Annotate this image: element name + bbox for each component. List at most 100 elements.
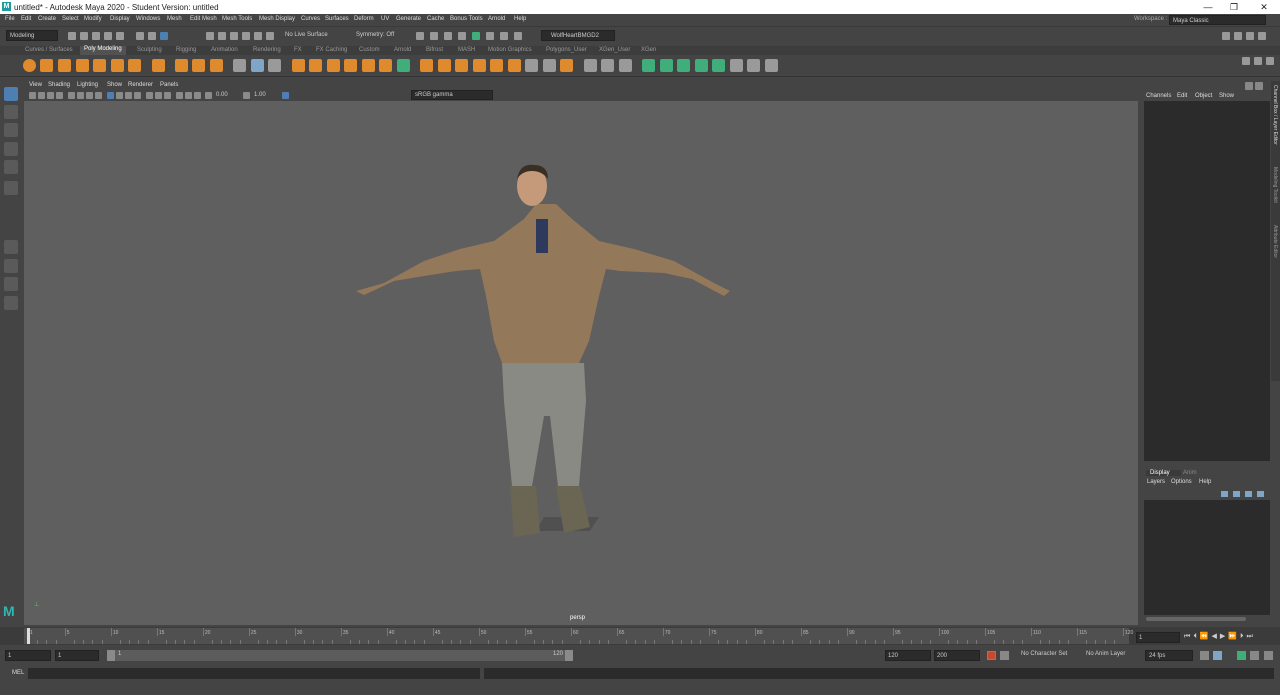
menu-deform[interactable]: Deform [354, 16, 374, 22]
paint-select-tool-icon[interactable] [4, 123, 18, 137]
go-to-end-icon[interactable]: ⏭ [1247, 633, 1256, 640]
select-camera-icon[interactable] [29, 92, 36, 99]
layer-menu-layers[interactable]: Layers [1147, 479, 1165, 485]
viewport-persp[interactable]: ⊥ [24, 101, 1138, 625]
new-layer-selected-icon[interactable] [1257, 491, 1264, 497]
workspace-select[interactable]: Maya Classic [1169, 15, 1266, 25]
make-live-icon[interactable] [266, 32, 274, 40]
hypershade-icon[interactable] [486, 32, 494, 40]
xray-icon[interactable] [185, 92, 192, 99]
use-all-lights-icon[interactable] [146, 92, 153, 99]
render-view-icon[interactable] [514, 32, 522, 40]
tab-xgen-user[interactable]: XGen_User [599, 47, 630, 53]
separate-icon[interactable] [251, 59, 264, 72]
resolution-gate-icon[interactable] [86, 92, 93, 99]
color-management-icon[interactable] [282, 92, 289, 99]
poly-torus-icon[interactable] [93, 59, 106, 72]
reduce-icon[interactable] [473, 59, 486, 72]
menu-help[interactable]: Help [514, 16, 526, 22]
save-scene-icon[interactable] [92, 32, 100, 40]
snap-curve-icon[interactable] [218, 32, 226, 40]
move-layer-down-icon[interactable] [1233, 491, 1240, 497]
next-key-icon[interactable]: ⏩ [1228, 633, 1240, 640]
menu-edit[interactable]: Edit [21, 16, 31, 22]
render-frame-icon[interactable] [430, 32, 438, 40]
snap-surface-icon[interactable] [254, 32, 262, 40]
collapse-icon[interactable] [543, 59, 556, 72]
tab-fx-caching[interactable]: FX Caching [316, 47, 347, 53]
tab-bifrost[interactable]: Bifrost [426, 47, 443, 53]
uv-editor-icon[interactable] [730, 59, 743, 72]
side-tab-modeling-toolkit[interactable]: Modeling Toolkit [1272, 167, 1278, 203]
arnold-render-icon[interactable] [472, 32, 480, 40]
select-hierarchy-icon[interactable] [136, 32, 144, 40]
side-tab-attribute-editor[interactable]: Attribute Editor [1272, 225, 1278, 258]
smooth-shade-icon[interactable] [116, 92, 123, 99]
close-button[interactable]: ✕ [1251, 1, 1277, 13]
four-view-layout-icon[interactable] [4, 259, 18, 273]
extrude-icon[interactable] [327, 59, 340, 72]
outliner-icon[interactable] [4, 296, 18, 310]
exposure-icon[interactable] [205, 92, 212, 99]
menu-modify[interactable]: Modify [84, 16, 102, 22]
play-back-icon[interactable]: ◀ [1212, 633, 1220, 640]
tab-arnold[interactable]: Arnold [394, 47, 411, 53]
prev-key-icon[interactable]: ⏪ [1200, 633, 1212, 640]
menu-surfaces[interactable]: Surfaces [325, 16, 349, 22]
offset-loop-icon[interactable] [619, 59, 632, 72]
tab-poly-modeling[interactable]: Poly Modeling [80, 46, 126, 55]
undo-icon[interactable] [104, 32, 112, 40]
super-shape-icon[interactable] [175, 59, 188, 72]
spherical-map-icon[interactable] [677, 59, 690, 72]
tab-rigging[interactable]: Rigging [176, 47, 196, 53]
single-perspective-layout-icon[interactable] [4, 240, 18, 254]
current-time-marker[interactable] [27, 628, 30, 644]
open-scene-icon[interactable] [80, 32, 88, 40]
rotate-tool-icon[interactable] [4, 160, 18, 174]
tab-display-layers[interactable]: Display [1146, 470, 1181, 476]
menu-select[interactable]: Select [62, 16, 79, 22]
panel-menu-renderer[interactable]: Renderer [128, 82, 153, 88]
panel-menu-panels[interactable]: Panels [160, 82, 178, 88]
anim-end-field[interactable]: 200 [934, 650, 980, 661]
redo-icon[interactable] [116, 32, 124, 40]
channel-box-list[interactable] [1144, 101, 1270, 461]
select-component-icon[interactable] [160, 32, 168, 40]
layer-menu-options[interactable]: Options [1171, 479, 1192, 485]
layer-menu-help[interactable]: Help [1199, 479, 1211, 485]
triangulate-icon[interactable] [490, 59, 503, 72]
menu-arnold[interactable]: Arnold [488, 16, 505, 22]
cylindrical-map-icon[interactable] [660, 59, 673, 72]
menu-display[interactable]: Display [110, 16, 130, 22]
shelf-menu-icon[interactable] [1266, 57, 1274, 65]
modeling-toolkit-icon[interactable] [1222, 32, 1230, 40]
tab-motion-graphics[interactable]: Motion Graphics [488, 47, 532, 53]
persp-outliner-layout-icon[interactable] [4, 277, 18, 291]
planar-map-icon[interactable] [642, 59, 655, 72]
poly-cube-icon[interactable] [40, 59, 53, 72]
menu-edit-mesh[interactable]: Edit Mesh [190, 16, 217, 22]
shadows-icon[interactable] [155, 92, 162, 99]
bridge-edge-icon[interactable] [397, 59, 410, 72]
go-to-start-icon[interactable]: ⏮ [1184, 633, 1193, 640]
range-start-handle[interactable] [107, 650, 115, 661]
panel-menu-shading[interactable]: Shading [48, 82, 70, 88]
svg-tool-icon[interactable] [210, 59, 223, 72]
pause-icon[interactable] [500, 32, 508, 40]
bridge-icon[interactable] [344, 59, 357, 72]
attribute-editor-icon[interactable] [1234, 32, 1242, 40]
scale-tool-icon[interactable] [4, 181, 18, 195]
move-layer-up-icon[interactable] [1221, 491, 1228, 497]
fps-select[interactable]: 24 fps [1145, 650, 1193, 661]
select-tool-icon[interactable] [4, 87, 18, 101]
fill-hole-icon[interactable] [379, 59, 392, 72]
grid-icon[interactable] [68, 92, 75, 99]
poly-cone-icon[interactable] [76, 59, 89, 72]
layer-list[interactable] [1144, 500, 1270, 615]
cache-playback-icon[interactable] [1237, 651, 1246, 660]
side-tab-channel-box[interactable]: Channel Box / Layer Editor [1272, 85, 1278, 145]
menu-uv[interactable]: UV [381, 16, 389, 22]
cached-playback-settings-icon[interactable] [1250, 651, 1259, 660]
poly-plane-icon[interactable] [111, 59, 124, 72]
snap-grid-icon[interactable] [206, 32, 214, 40]
